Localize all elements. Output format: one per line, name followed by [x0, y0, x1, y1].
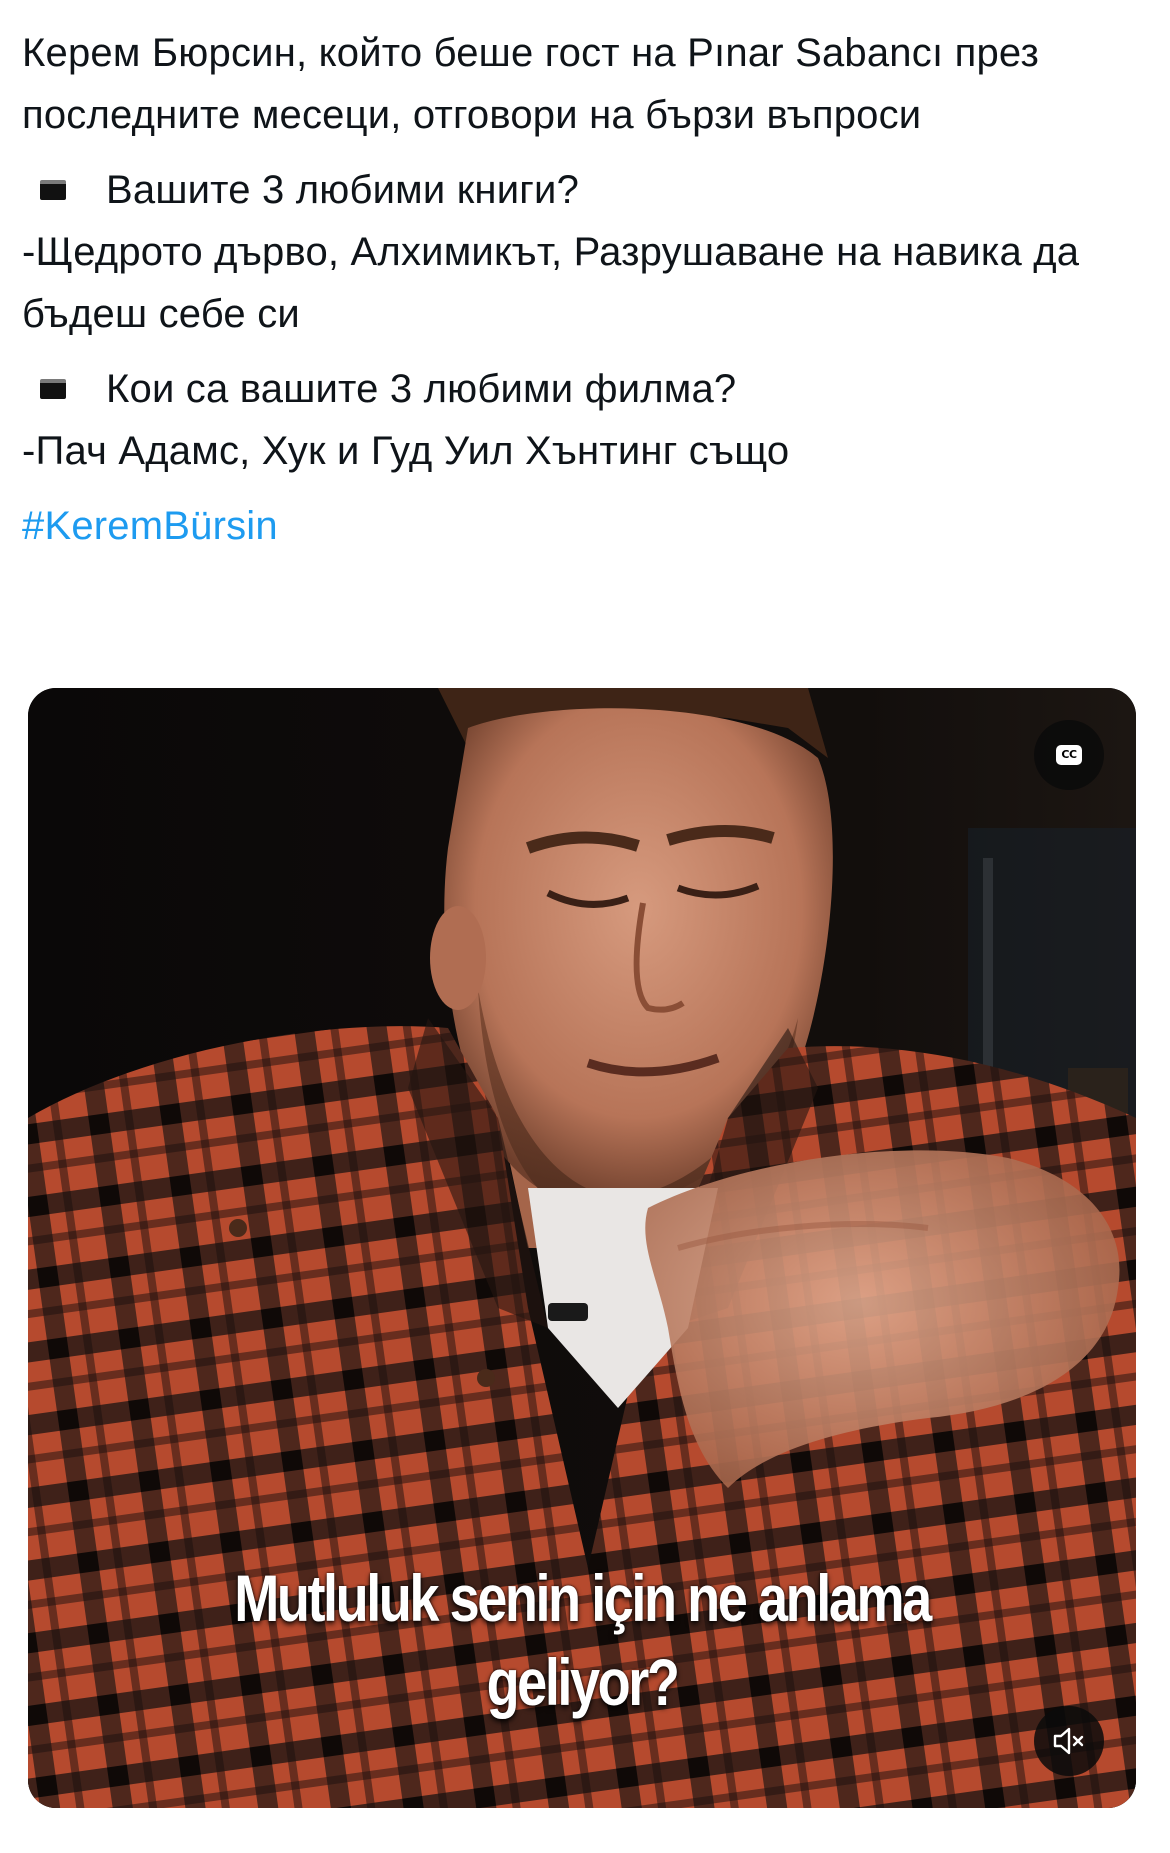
mute-button[interactable] — [1034, 1706, 1104, 1776]
question-2-text: Кои са вашите 3 любими филма? — [106, 367, 737, 411]
tweet-text: Керем Бюрсин, който беше гост на Pınar S… — [22, 22, 1142, 557]
speaker-muted-icon — [1053, 1727, 1084, 1755]
question-1: Вашите 3 любими книги? — [22, 159, 1142, 221]
closed-captions-button[interactable]: CC — [1034, 720, 1104, 790]
closed-captions-icon: CC — [1056, 745, 1082, 765]
tweet-intro: Керем Бюрсин, който беше гост на Pınar S… — [22, 31, 1039, 137]
question-1-text: Вашите 3 любими книги? — [106, 168, 580, 212]
video-subtitle: Mutluluk senin için ne anlama geliyor? — [234, 1561, 932, 1719]
question-2: Кои са вашите 3 любими филма? — [22, 358, 1142, 420]
black-square-bullet-icon — [40, 379, 66, 399]
answer-2: -Пач Адамс, Хук и Гуд Уил Хънтинг също — [22, 429, 790, 473]
video-player[interactable]: CC Mutluluk senin için ne anlama geliyor… — [28, 688, 1136, 1808]
answer-1: -Щедрото дърво, Алхимикът, Разрушаване н… — [22, 230, 1080, 336]
black-square-bullet-icon — [40, 180, 66, 200]
hashtag-link[interactable]: #KeremBürsin — [22, 495, 278, 557]
